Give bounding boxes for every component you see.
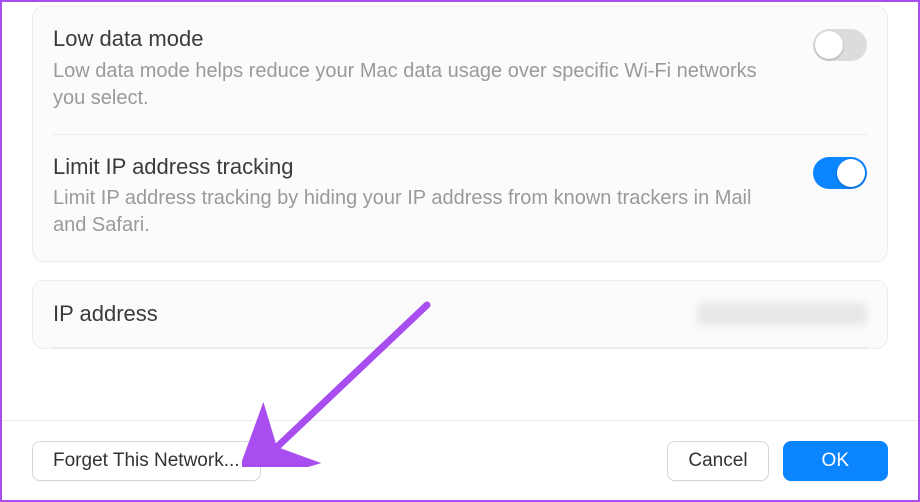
ip-address-value-blurred [697,303,867,325]
setting-description: Limit IP address tracking by hiding your… [53,185,783,239]
settings-group-1: Low data mode Low data mode helps reduce… [32,6,888,262]
setting-text: Low data mode Low data mode helps reduce… [53,25,813,112]
ok-button[interactable]: OK [783,441,888,481]
toggle-knob [837,159,865,187]
dialog-footer: Forget This Network... Cancel OK [2,420,918,500]
setting-limit-ip-tracking: Limit IP address tracking Limit IP addre… [53,135,867,262]
setting-description: Low data mode helps reduce your Mac data… [53,58,783,112]
forget-network-button[interactable]: Forget This Network... [32,441,261,481]
toggle-knob [815,31,843,59]
ip-address-label: IP address [53,301,697,327]
setting-title: Low data mode [53,25,783,54]
ip-address-row: IP address [53,281,867,348]
setting-text: Limit IP address tracking Limit IP addre… [53,153,813,240]
toggle-limit-ip-tracking[interactable] [813,157,867,189]
setting-title: Limit IP address tracking [53,153,783,182]
toggle-low-data-mode[interactable] [813,29,867,61]
setting-low-data-mode: Low data mode Low data mode helps reduce… [53,7,867,135]
settings-group-ip: IP address [32,280,888,349]
cancel-button[interactable]: Cancel [667,441,768,481]
settings-scroll-area: Low data mode Low data mode helps reduce… [2,2,918,420]
